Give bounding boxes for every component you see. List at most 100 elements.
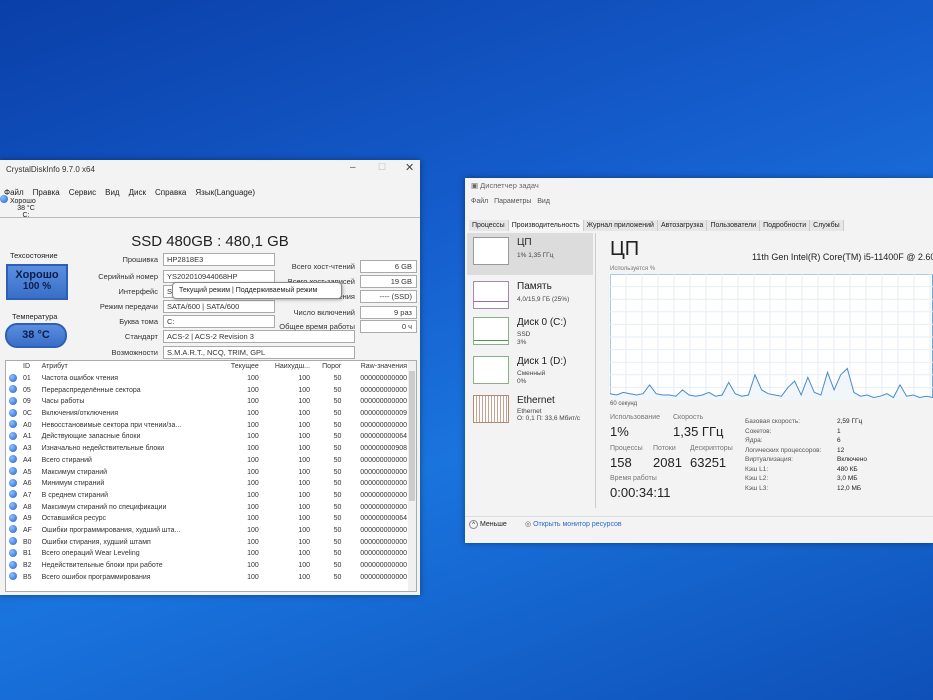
sidebar-item-cpu[interactable]: ЦП 1% 1,35 ГГц	[467, 233, 593, 275]
tab-users[interactable]: Пользователи	[707, 220, 761, 231]
table-row[interactable]: B2 Недействительные блоки при работе 100 10…	[6, 560, 410, 572]
table-cell: 50	[333, 491, 342, 499]
window-title: ▣ Диспетчер задач	[471, 181, 539, 190]
menu-file[interactable]: Файл	[471, 198, 488, 205]
sidebar-item-memory[interactable]: Память 4,0/15,9 ГБ (25%)	[467, 277, 593, 313]
field-value: C:	[163, 315, 275, 328]
maximize-button[interactable]: ☐	[378, 162, 386, 173]
spec-label: Ядра:	[745, 437, 763, 444]
table-cell: Недействительные блоки при работе	[41, 562, 163, 570]
health-status-badge[interactable]: Хорошо 100 %	[6, 264, 68, 300]
fewer-details-label: Меньше	[479, 521, 507, 528]
table-row[interactable]: A5 Максимум стираний 100 100 50 000000000000	[6, 466, 410, 478]
table-row[interactable]: B0 Ошибки стирания, худший штамп 100 100 50 0…	[6, 536, 410, 548]
table-row[interactable]: 09 Часы работы 100 100 50 000000000000	[6, 396, 410, 408]
tab-app-history[interactable]: Журнал приложений	[583, 220, 658, 231]
table-cell: 000000000064	[360, 433, 407, 441]
spec-value: 6	[837, 437, 841, 444]
stat-value: ---- (SSD)	[360, 290, 417, 303]
sidebar-item-ethernet[interactable]: Ethernet Ethernet О: 0,1 П: 33,6 Мбит/с	[467, 391, 593, 429]
divider	[0, 217, 420, 218]
table-row[interactable]: A3 Изначально недействительные блоки 100 10…	[6, 443, 410, 455]
threads-value: 2081	[653, 455, 682, 470]
tab-startup[interactable]: Автозагрузка	[657, 220, 708, 231]
table-row[interactable]: A8 Максимум стираний по спецификации 100 10…	[6, 501, 410, 513]
status-dot-icon	[9, 431, 17, 440]
table-cell: 50	[333, 562, 342, 570]
spec-value: 2,59 ГГц	[837, 418, 863, 425]
table-row[interactable]: A9 Оставшийся ресурс 100 100 50 000000000064	[6, 513, 410, 525]
column-header[interactable]: ID	[20, 361, 39, 373]
drive-tab[interactable]: Хорошо 38 °C C:	[0, 195, 52, 219]
column-header[interactable]: Наихудш...	[262, 361, 313, 373]
table-cell: Ошибки программирования, худший шта...	[41, 526, 181, 534]
status-cell	[6, 466, 20, 478]
table-cell: B2	[23, 562, 32, 570]
stat-label: Число включений	[293, 308, 355, 317]
table-row[interactable]: A4 Всего стираний 100 100 50 000000000000	[6, 455, 410, 467]
table-cell: 100	[298, 398, 310, 406]
column-header[interactable]: Текущее	[220, 361, 262, 373]
table-cell: 01	[23, 375, 31, 383]
divider	[465, 516, 933, 517]
status-cell	[6, 373, 20, 385]
table-cell: 000000000000	[360, 526, 407, 534]
minimize-button[interactable]: –	[350, 162, 356, 173]
status-dot-icon	[9, 385, 17, 394]
cpu-model: 11th Gen Intel(R) Core(TM) i5-11400F @ 2…	[752, 252, 933, 262]
table-row[interactable]: B1 Всего операций Wear Leveling 100 100 50 00…	[6, 548, 410, 560]
table-row[interactable]: AF Ошибки программирования, худший шта...…	[6, 525, 410, 537]
table-cell: Часы работы	[41, 398, 85, 406]
item-sub2: 3%	[517, 339, 527, 346]
item-name: Ethernet	[517, 395, 555, 406]
table-row[interactable]: 05 Перераспределённые сектора 100 100 50 0000…	[6, 384, 410, 396]
column-header[interactable]: Порог	[313, 361, 344, 373]
table-cell: 000000000000	[360, 398, 407, 406]
handles-value: 63251	[690, 455, 727, 470]
scrollbar[interactable]	[408, 361, 416, 591]
menu-service[interactable]: Сервис	[69, 188, 96, 197]
table-cell: 100	[247, 375, 259, 383]
menu-options[interactable]: Параметры	[494, 198, 531, 205]
menu-view[interactable]: Вид	[105, 188, 119, 197]
table-row[interactable]: B5 Всего ошибок программирования 100 100 50 0…	[6, 571, 410, 583]
sidebar-item-disk0[interactable]: Диск 0 (C:) SSD 3%	[467, 313, 593, 351]
table-cell: A1	[23, 433, 32, 441]
status-dot-icon	[9, 560, 17, 569]
table-cell: 09	[23, 398, 31, 406]
table-cell: 100	[298, 562, 310, 570]
table-row[interactable]: A0 Невосстановимые сектора при чтении/за.…	[6, 419, 410, 431]
table-row[interactable]: A1 Действующие запасные блоки 100 100 50 0000…	[6, 431, 410, 443]
menu-disk[interactable]: Диск	[129, 188, 146, 197]
table-row[interactable]: A6 Минимум стираний 100 100 50 000000000000	[6, 478, 410, 490]
tab-performance[interactable]: Производительность	[508, 220, 584, 231]
memory-thumb-graph	[473, 281, 509, 309]
field-label: Стандарт	[124, 332, 158, 341]
table-cell: 000000000000	[360, 421, 407, 429]
field-value: S.M.A.R.T., NCQ, TRIM, GPL	[163, 346, 355, 359]
column-header[interactable]: Raw-значения	[344, 361, 410, 373]
tab-services[interactable]: Службы	[810, 220, 844, 231]
table-cell: 100	[298, 515, 310, 523]
status-cell	[6, 490, 20, 502]
cpu-thumb-graph	[473, 237, 509, 265]
fewer-details-button[interactable]: ^ Меньше	[469, 520, 507, 529]
table-row[interactable]: A7 В среднем стираний 100 100 50 000000000000	[6, 490, 410, 502]
close-button[interactable]: ✕	[405, 161, 414, 174]
menu-language[interactable]: Язык(Language)	[195, 188, 255, 197]
col-status	[6, 361, 20, 373]
table-row[interactable]: 01 Частота ошибок чтения 100 100 50 000000000…	[6, 373, 410, 385]
table-row[interactable]: 0C Включения/отключения 100 100 50 0000000000…	[6, 408, 410, 420]
status-dot-icon	[9, 373, 17, 382]
column-header[interactable]: Атрибут	[39, 361, 220, 373]
open-resource-monitor-link[interactable]: ◎ Открыть монитор ресурсов	[525, 520, 622, 528]
table-cell: 100	[247, 503, 259, 511]
sidebar-item-disk1[interactable]: Диск 1 (D:) Сменный 0%	[467, 352, 593, 390]
tab-details[interactable]: Подробности	[760, 220, 811, 231]
table-cell: 50	[333, 515, 342, 523]
tab-processes[interactable]: Процессы	[469, 220, 509, 231]
table-cell: В среднем стираний	[41, 491, 109, 499]
menu-view[interactable]: Вид	[537, 198, 550, 205]
table-cell: 100	[247, 538, 259, 546]
menu-help[interactable]: Справка	[155, 188, 186, 197]
